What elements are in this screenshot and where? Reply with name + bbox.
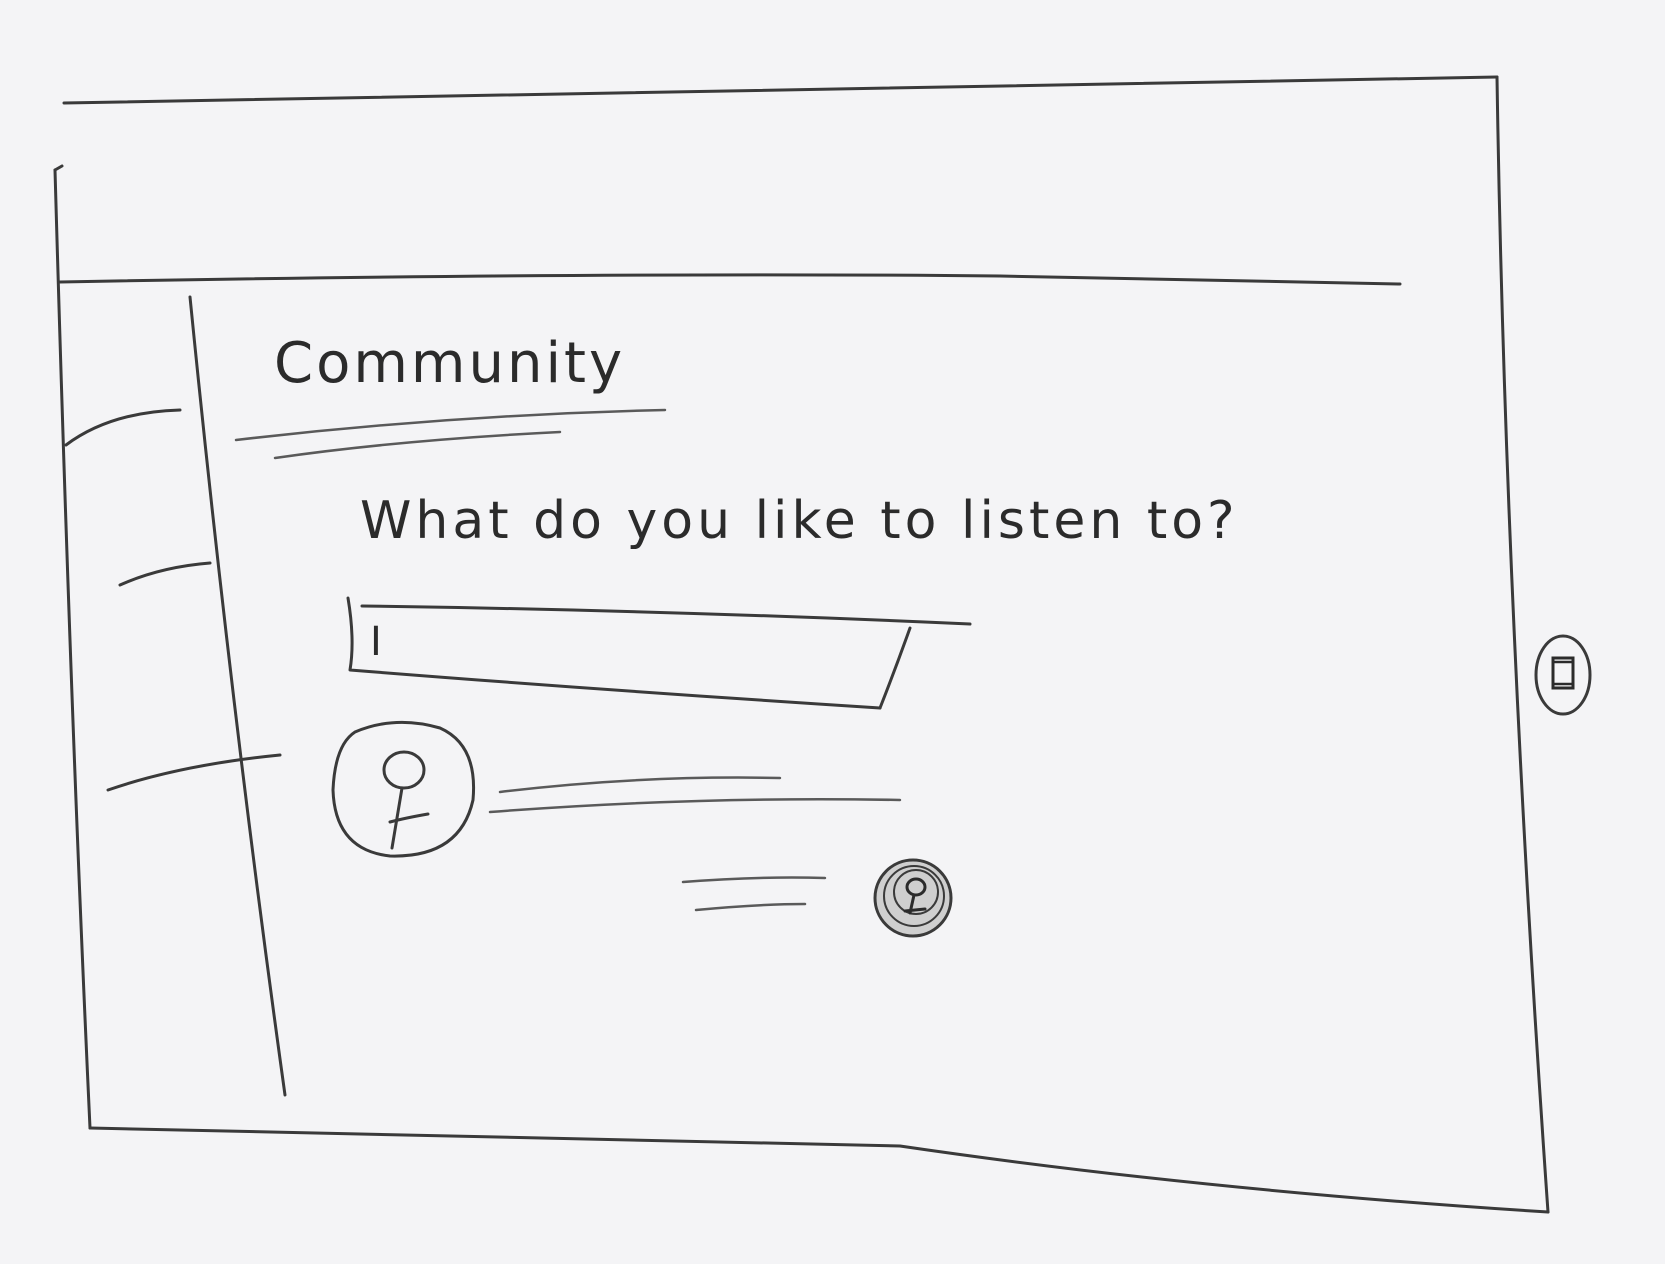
user-avatar-icon[interactable]	[331, 720, 476, 858]
reply-avatar-icon[interactable]	[873, 858, 953, 938]
sidebar-item-2[interactable]	[118, 561, 212, 587]
phone-icon[interactable]	[1534, 634, 1592, 716]
sidebar-item-3[interactable]	[106, 753, 282, 792]
answer-input-value: I	[370, 619, 382, 665]
sidebar	[188, 295, 287, 1097]
question-text: What do you like to listen to?	[360, 491, 1239, 551]
message-bubble	[488, 776, 902, 814]
answer-input[interactable]: I	[346, 596, 972, 710]
page-title: Community	[274, 331, 625, 396]
reply-message	[681, 876, 827, 912]
header-divider	[58, 273, 1402, 286]
sidebar-item-1[interactable]	[64, 408, 182, 447]
title-underline	[234, 408, 667, 460]
sketch-paper: Community What do you like to listen to?…	[0, 0, 1665, 1264]
